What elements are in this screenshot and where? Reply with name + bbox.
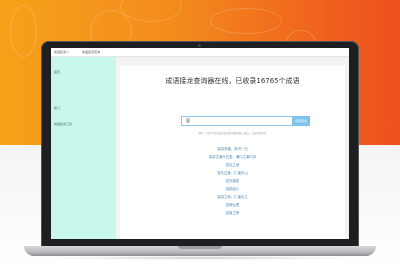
sidebar-item-idiom-tool[interactable]: 成语接龙工具 xyxy=(54,122,72,126)
laptop-screen: 成语接龙> 成语接龙查询 首页 热门 成语接龙工具 成语接龙查询器在线，已收录1… xyxy=(51,48,349,239)
result-item[interactable]: 容容多福，多可一日 xyxy=(120,146,345,151)
sidebar: 首页 热门 成语接龙工具 xyxy=(51,57,116,239)
result-item[interactable]: 容足之地 xyxy=(120,162,345,167)
laptop-shadow xyxy=(40,256,360,260)
leaf-decoration xyxy=(10,5,37,57)
result-item[interactable]: 容容生满头白发，满口之满口亦 xyxy=(120,154,345,159)
sidebar-item-hot[interactable]: 热门 xyxy=(54,106,60,110)
leaf-decoration xyxy=(210,8,282,34)
result-item[interactable]: 容貌仪表 xyxy=(120,202,345,207)
search-hint: 提示：只需下方的成语接龙查询框里输入成语，点击查询即可 xyxy=(198,132,267,135)
camera-icon xyxy=(198,44,201,47)
laptop-notch xyxy=(178,246,222,249)
leaf-decoration xyxy=(120,0,182,22)
topbar-tool-link[interactable]: 成语接龙查询 xyxy=(82,50,100,54)
result-item[interactable]: 容光焕发 xyxy=(120,178,345,183)
result-item[interactable]: 容纳百川 xyxy=(120,186,345,191)
search-input[interactable]: 容 xyxy=(181,116,293,126)
search-button[interactable]: 搜索接龙 xyxy=(292,116,310,126)
search-input-value: 容 xyxy=(186,118,190,123)
result-item[interactable]: 容身之所 xyxy=(120,210,345,215)
result-item[interactable]: 容容之地，仁者乐之 xyxy=(120,194,345,199)
sidebar-item-home[interactable]: 首页 xyxy=(54,70,60,74)
result-item[interactable]: 容头过身，仁者乐山 xyxy=(120,170,345,175)
page-title: 成语接龙查询器在线，已收录16765个成语 xyxy=(165,77,300,85)
site-topbar: 成语接龙> 成语接龙查询 xyxy=(51,48,349,57)
topbar-home-link[interactable]: 成语接龙> xyxy=(54,50,69,54)
